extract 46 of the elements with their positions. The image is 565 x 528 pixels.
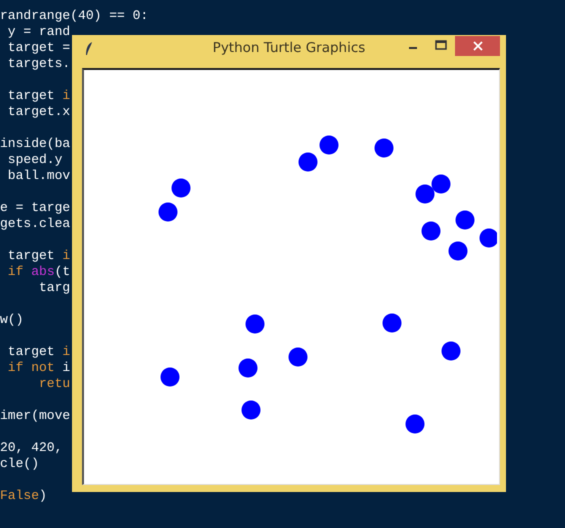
code-line: w() bbox=[0, 312, 24, 328]
code-line: ball.mov bbox=[6, 168, 70, 184]
code-line: retu bbox=[38, 376, 70, 392]
code-line: if not i bbox=[6, 360, 70, 376]
close-icon bbox=[472, 41, 482, 51]
code-line: e = targe bbox=[0, 200, 70, 216]
code-line: 20, 420, bbox=[0, 440, 62, 456]
dot bbox=[298, 152, 318, 172]
code-line: target = bbox=[6, 40, 70, 56]
dot bbox=[406, 414, 424, 434]
code-line: speed.y bbox=[6, 152, 62, 168]
dot bbox=[246, 314, 264, 334]
close-button[interactable] bbox=[455, 36, 500, 56]
dot bbox=[448, 242, 468, 260]
maximize-icon bbox=[435, 40, 447, 50]
dot bbox=[320, 136, 338, 154]
minimize-icon bbox=[409, 47, 417, 49]
code-line: False) bbox=[0, 488, 47, 504]
dot bbox=[374, 138, 394, 158]
code-line: gets.clea bbox=[0, 216, 70, 232]
code-line: target.x bbox=[6, 104, 70, 120]
feather-icon bbox=[85, 42, 93, 56]
dot bbox=[160, 368, 180, 386]
dot bbox=[456, 210, 474, 230]
dot bbox=[422, 222, 440, 240]
code-line: randrange(40) == 0: bbox=[0, 8, 148, 24]
dot bbox=[416, 184, 434, 204]
code-line: inside(ba bbox=[0, 136, 70, 152]
window-title: Python Turtle Graphics bbox=[212, 40, 366, 56]
dot bbox=[158, 202, 178, 222]
code-line: targets. bbox=[6, 56, 70, 72]
dot bbox=[442, 342, 460, 360]
code-line: target i bbox=[6, 88, 70, 104]
code-line: imer(move bbox=[0, 408, 70, 424]
code-line: targ bbox=[38, 280, 70, 296]
code-line: target i bbox=[6, 344, 70, 360]
code-line: target i bbox=[6, 248, 70, 264]
code-line: if abs(t bbox=[6, 264, 70, 280]
dot bbox=[242, 400, 260, 420]
code-line: cle() bbox=[0, 456, 40, 472]
dot bbox=[288, 348, 308, 366]
code-line: y = rand bbox=[6, 24, 70, 40]
dot bbox=[382, 314, 402, 332]
dot bbox=[238, 358, 258, 378]
dot bbox=[432, 174, 450, 194]
dot bbox=[172, 178, 190, 198]
